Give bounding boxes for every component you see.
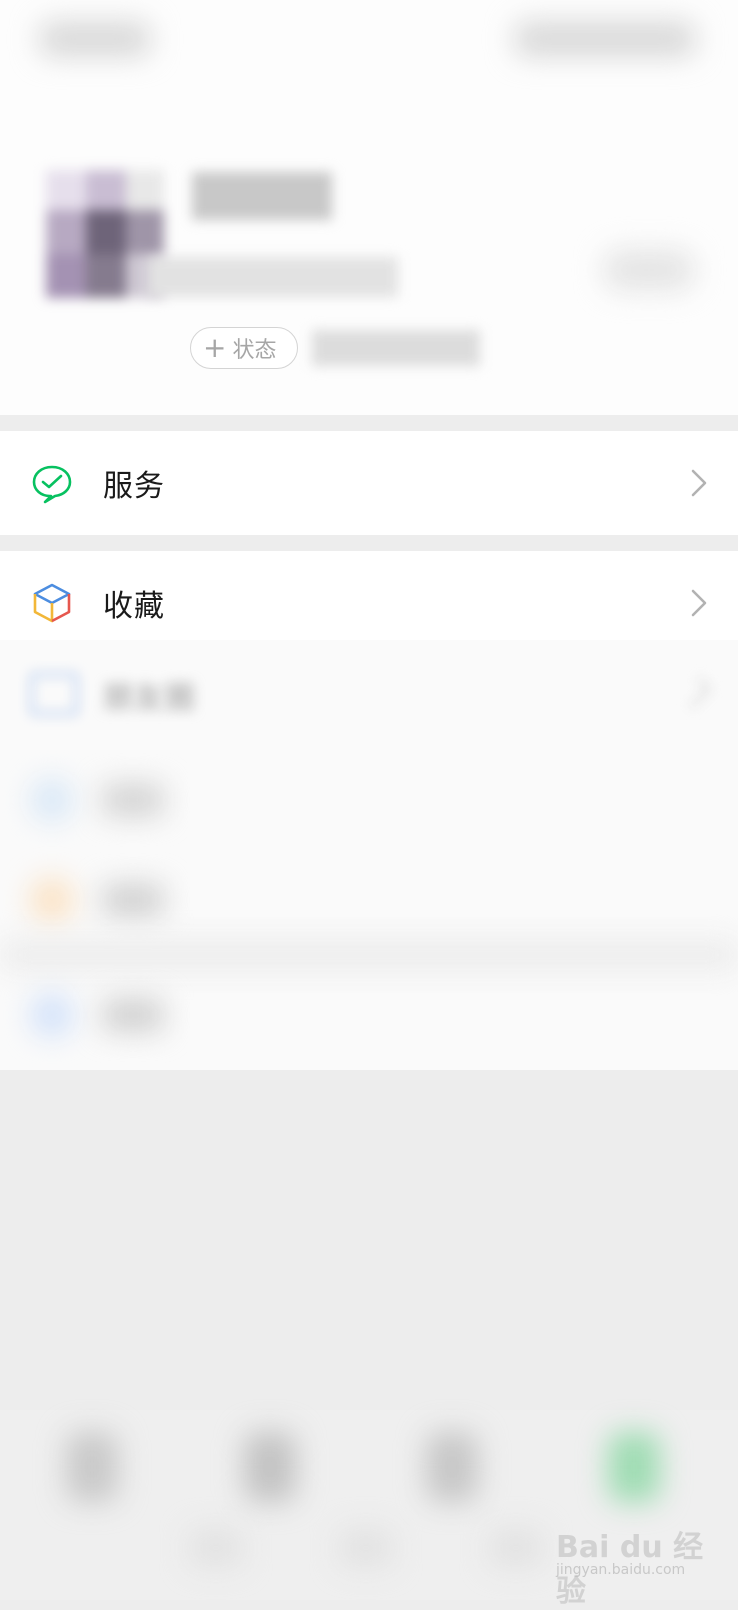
menu-row-services[interactable]: 服务 [0, 431, 738, 535]
friends-status-preview[interactable] [312, 330, 480, 366]
menu-row-blurred[interactable] [0, 965, 738, 1065]
wechat-id [148, 257, 398, 297]
menu-label-favorites: 收藏 [103, 589, 165, 624]
menu-row-moments[interactable]: 朋友圈 [0, 655, 738, 755]
plus-icon: + [203, 331, 227, 364]
moments-image-icon [30, 673, 78, 715]
chevron-right-icon [691, 469, 707, 497]
wechat-pay-check-icon [32, 465, 72, 504]
chevron-right-icon [691, 589, 707, 617]
watermark-subtext: jingyan.baidu.com [556, 1562, 686, 1578]
blurred-menu-section: 朋友圈 [0, 640, 738, 1070]
tab-discover-icon[interactable] [426, 1432, 478, 1502]
avatar[interactable] [46, 170, 164, 298]
tab-chats-icon[interactable] [66, 1432, 118, 1502]
chevron-right-icon [679, 676, 712, 709]
blurred-icon [30, 778, 74, 822]
blurred-label [103, 884, 163, 916]
status-bar-indicators [515, 22, 695, 56]
profile-header[interactable]: + 状态 [0, 0, 738, 415]
tab-label [340, 1530, 392, 1566]
blurred-label [103, 784, 163, 816]
menu-row-blurred[interactable] [0, 750, 738, 850]
status-button[interactable]: + 状态 [190, 327, 298, 369]
status-bar-time [40, 22, 150, 56]
baidu-jingyan-watermark: Bai du 经验 jingyan.baidu.com [556, 1518, 726, 1609]
tab-contacts-icon[interactable] [244, 1432, 296, 1502]
qr-code-shortcut[interactable] [604, 250, 694, 290]
menu-label-services: 服务 [103, 469, 165, 504]
tab-me-icon[interactable] [608, 1432, 660, 1502]
menu-label-moments: 朋友圈 [103, 681, 196, 716]
tab-label [190, 1530, 242, 1566]
blurred-label [103, 999, 163, 1031]
profile-name [192, 172, 332, 220]
blurred-icon [30, 993, 74, 1037]
blurred-icon [30, 878, 74, 922]
section-divider [0, 415, 738, 431]
status-label: 状态 [232, 338, 277, 363]
section-divider [0, 535, 738, 551]
favorites-cube-icon [33, 583, 71, 623]
tab-label [490, 1530, 542, 1566]
menu-row-blurred[interactable] [0, 850, 738, 950]
